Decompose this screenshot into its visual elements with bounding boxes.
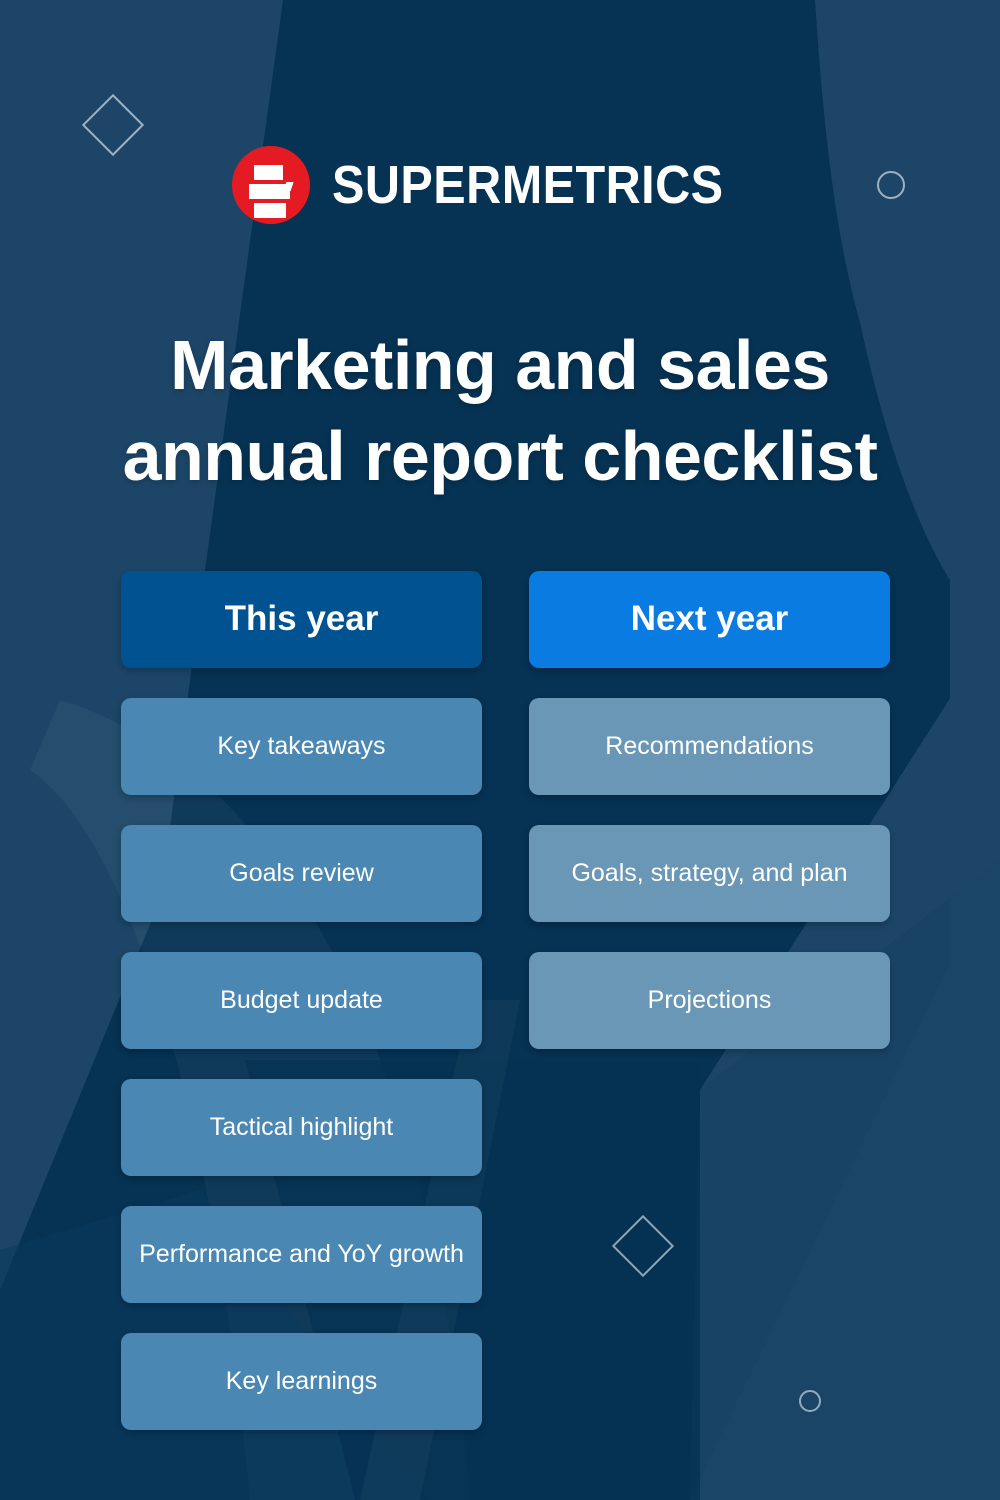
logo-bar-bottom	[254, 203, 287, 218]
poster-canvas: SUPERMETRICS Marketing and sales annual …	[0, 0, 1000, 1500]
list-item[interactable]: Budget update	[121, 952, 482, 1049]
column-this-year: This year Key takeaways Goals review Bud…	[121, 571, 482, 1430]
list-item[interactable]: Key takeaways	[121, 698, 482, 795]
logo-bar-top	[254, 165, 284, 180]
page-title-line-1: Marketing and sales	[170, 326, 830, 404]
column-next-year: Next year Recommendations Goals, strateg…	[529, 571, 890, 1430]
list-item[interactable]: Performance and YoY growth	[121, 1206, 482, 1303]
list-item[interactable]: Key learnings	[121, 1333, 482, 1430]
brand-name: SUPERMETRICS	[332, 155, 725, 215]
list-item[interactable]: Goals review	[121, 825, 482, 922]
supermetrics-bars-logo-icon	[232, 146, 311, 224]
column-heading-this-year[interactable]: This year	[121, 571, 482, 668]
page-title: Marketing and sales annual report checkl…	[50, 320, 950, 502]
list-item[interactable]: Tactical highlight	[121, 1079, 482, 1176]
column-heading-next-year[interactable]: Next year	[529, 571, 890, 668]
page-title-line-2: annual report checklist	[122, 417, 878, 495]
logo-bar-flag	[284, 182, 294, 191]
list-item[interactable]: Goals, strategy, and plan	[529, 825, 890, 922]
checklist-columns: This year Key takeaways Goals review Bud…	[121, 571, 890, 1430]
list-item[interactable]: Projections	[529, 952, 890, 1049]
list-item[interactable]: Recommendations	[529, 698, 890, 795]
brand-logo: SUPERMETRICS	[0, 146, 1000, 224]
